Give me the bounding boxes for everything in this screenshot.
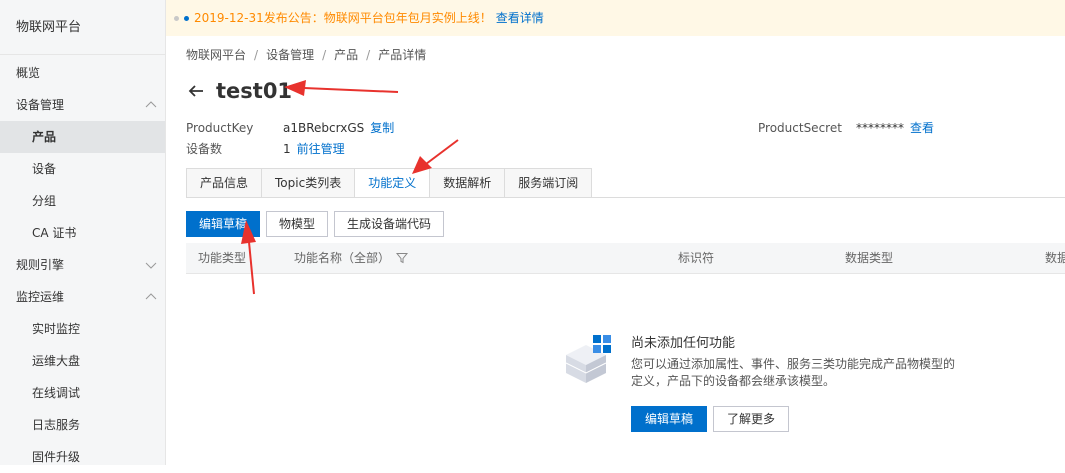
sidebar-item-label: 监控运维 [16, 290, 65, 304]
toolbar: 编辑草稿 物模型 生成设备端代码 [186, 211, 445, 237]
edit-draft-button[interactable]: 编辑草稿 [186, 211, 261, 237]
sidebar-item-label: 实时监控 [32, 322, 81, 336]
chevron-up-icon [145, 293, 157, 300]
tab-server-subscription[interactable]: 服务端订阅 [504, 168, 593, 198]
column-header: 数据 [1045, 251, 1065, 265]
sidebar-item-label: 设备管理 [16, 98, 65, 112]
product-secret-value: ******** [856, 121, 904, 135]
view-secret-link[interactable]: 查看 [910, 121, 934, 135]
breadcrumb-separator: / [322, 48, 327, 62]
sidebar-item-ca-cert[interactable]: CA 证书 [0, 217, 165, 249]
product-key-row: ProductKey a1BRebcrxGS 复制 [186, 119, 394, 136]
notice-bar: 2019-12-31发布公告：物联网平台包年包月实例上线！ 查看详情 [166, 0, 1065, 36]
copy-link[interactable]: 复制 [370, 121, 394, 135]
generate-device-code-button[interactable]: 生成设备端代码 [334, 211, 445, 237]
sidebar-item-realtime-monitor[interactable]: 实时监控 [0, 313, 165, 345]
tab-bar: 产品信息 Topic类列表 功能定义 数据解析 服务端订阅 [186, 168, 593, 198]
page-header: test01 [186, 76, 292, 106]
notice-link[interactable]: 查看详情 [496, 11, 544, 25]
sidebar-item-overview[interactable]: 概览 [0, 57, 165, 89]
sidebar-item-device-management[interactable]: 设备管理 [0, 89, 165, 121]
empty-state-actions: 编辑草稿 了解更多 [631, 406, 790, 432]
sidebar-item-log-service[interactable]: 日志服务 [0, 409, 165, 441]
sidebar-item-label: 运维大盘 [32, 354, 81, 368]
empty-state-description: 您可以通过添加属性、事件、服务三类功能完成产品物模型的定义，产品下的设备都会继承… [631, 357, 956, 388]
sidebar-item-rule-engine[interactable]: 规则引擎 [0, 249, 165, 281]
sidebar-item-label: CA 证书 [32, 226, 77, 240]
breadcrumb-item[interactable]: 设备管理 [266, 48, 314, 62]
device-count-label: 设备数 [186, 142, 223, 156]
dot-icon [174, 16, 179, 21]
main-content: 2019-12-31发布公告：物联网平台包年包月实例上线！ 查看详情 物联网平台 /… [166, 0, 1065, 465]
sidebar-item-monitoring[interactable]: 监控运维 [0, 281, 165, 313]
breadcrumb-item[interactable]: 产品 [334, 48, 358, 62]
tab-divider [186, 197, 1065, 198]
column-header: 标识符 [678, 251, 715, 265]
breadcrumb-item[interactable]: 物联网平台 [186, 48, 246, 62]
sidebar-item-product[interactable]: 产品 [0, 121, 165, 153]
sidebar-item-label: 日志服务 [32, 418, 81, 432]
filter-icon[interactable] [396, 252, 409, 264]
empty-box-icon [565, 335, 611, 383]
breadcrumb-separator: / [366, 48, 371, 62]
sidebar-item-label: 设备 [32, 162, 57, 176]
thing-model-button[interactable]: 物模型 [266, 211, 329, 237]
page-title: test01 [216, 79, 293, 103]
sidebar: 物联网平台 概览 设备管理 产品 设备 分组 CA 证书 规则引擎 监控运维 实… [0, 0, 166, 465]
back-arrow-icon[interactable] [186, 81, 206, 101]
empty-edit-draft-button[interactable]: 编辑草稿 [631, 406, 708, 432]
product-secret-label: ProductSecret [758, 121, 842, 135]
learn-more-button[interactable]: 了解更多 [713, 406, 790, 432]
column-header-function-name[interactable]: 功能名称（全部） [294, 243, 409, 274]
device-count-row: 设备数 1 前往管理 [186, 140, 345, 157]
notice-text: 2019-12-31发布公告：物联网平台包年包月实例上线！ [194, 11, 492, 25]
dot-icon [184, 16, 189, 21]
breadcrumb-item-current: 产品详情 [378, 48, 427, 62]
product-key-label: ProductKey [186, 121, 254, 135]
sidebar-item-label: 固件升级 [32, 450, 81, 464]
product-secret-row: ProductSecret ******** 查看 [758, 119, 934, 136]
sidebar-item-ops-dashboard[interactable]: 运维大盘 [0, 345, 165, 377]
sidebar-item-device[interactable]: 设备 [0, 153, 165, 185]
sidebar-item-group[interactable]: 分组 [0, 185, 165, 217]
empty-state-title: 尚未添加任何功能 [631, 336, 736, 351]
sidebar-item-firmware-upgrade[interactable]: 固件升级 [0, 441, 165, 473]
sidebar-item-label: 分组 [32, 194, 57, 208]
column-header-label: 功能名称（全部） [294, 251, 391, 265]
tab-data-parsing[interactable]: 数据解析 [429, 168, 505, 198]
product-key-value: a1BRebcrxGS [283, 121, 365, 135]
column-header: 功能类型 [198, 251, 247, 265]
column-header: 数据类型 [845, 251, 894, 265]
sidebar-item-label: 概览 [16, 66, 41, 80]
sidebar-item-online-debug[interactable]: 在线调试 [0, 377, 165, 409]
tab-function-definition[interactable]: 功能定义 [354, 168, 430, 198]
sidebar-item-label: 规则引擎 [16, 258, 65, 272]
chevron-up-icon [145, 101, 157, 108]
sidebar-item-label: 在线调试 [32, 386, 81, 400]
chevron-down-icon [145, 262, 157, 269]
device-count-value: 1 [283, 142, 291, 156]
sidebar-item-label: 产品 [32, 130, 57, 144]
table-header: 功能类型 功能名称（全部） 标识符 数据类型 数据 [186, 243, 1065, 274]
sidebar-brand[interactable]: 物联网平台 [0, 0, 165, 55]
breadcrumb: 物联网平台 / 设备管理 / 产品 / 产品详情 [186, 46, 426, 63]
tab-product-info[interactable]: 产品信息 [186, 168, 262, 198]
manage-devices-link[interactable]: 前往管理 [297, 142, 345, 156]
breadcrumb-separator: / [254, 48, 259, 62]
tab-topic-list[interactable]: Topic类列表 [261, 168, 355, 198]
